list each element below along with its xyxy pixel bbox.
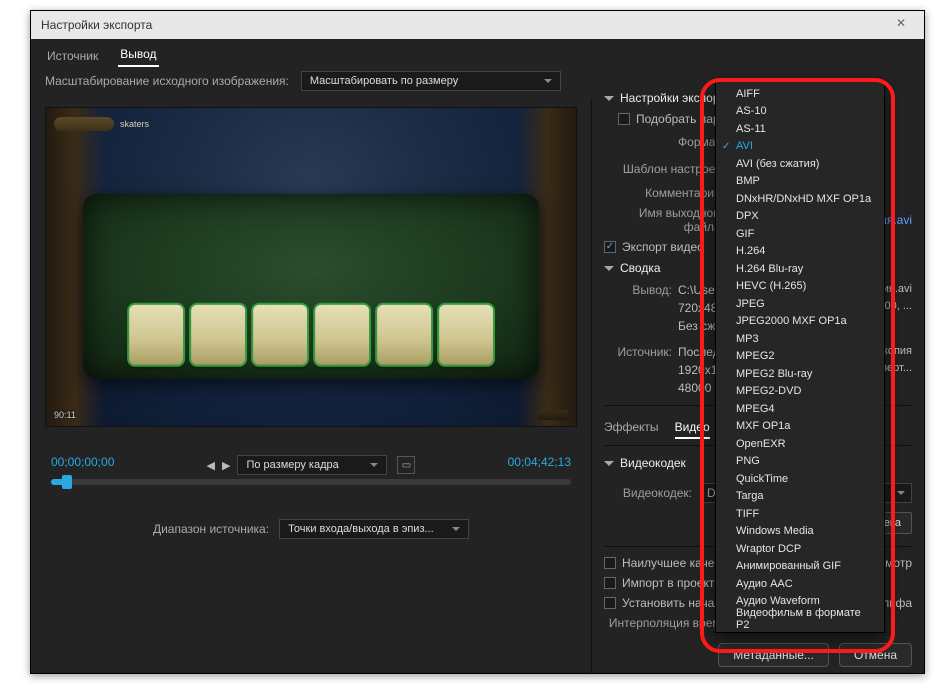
chevron-down-icon: [604, 96, 614, 101]
scrub-bar[interactable]: [51, 479, 571, 485]
import-project-checkbox[interactable]: [604, 577, 616, 589]
window-title: Настройки экспорта: [41, 18, 152, 32]
preview-image: skaters 90:11: [46, 108, 576, 426]
set-tc-checkbox[interactable]: [604, 597, 616, 609]
format-option[interactable]: Windows Media: [716, 523, 884, 541]
metadata-button[interactable]: Метаданные...: [718, 643, 829, 667]
cancel-button[interactable]: Отмена: [839, 643, 912, 667]
export-video-checkbox[interactable]: [604, 241, 616, 253]
format-option[interactable]: AS-11: [716, 120, 884, 138]
source-range-value: Точки входа/выхода в эпиз...: [288, 523, 434, 535]
chevron-down-icon: [452, 527, 460, 531]
format-option[interactable]: MP3: [716, 330, 884, 348]
format-option[interactable]: Аудио AAC: [716, 575, 884, 593]
chevron-down-icon: [370, 463, 378, 467]
source-range-label: Диапазон источника:: [153, 522, 269, 536]
format-option[interactable]: HEVC (H.265): [716, 278, 884, 296]
tab-output[interactable]: Вывод: [118, 43, 158, 67]
format-option[interactable]: Targa: [716, 488, 884, 506]
format-option[interactable]: Wraptor DCP: [716, 540, 884, 558]
scale-label: Масштабирование исходного изображения:: [45, 74, 289, 88]
format-option[interactable]: MPEG2: [716, 348, 884, 366]
chevron-down-icon: [604, 461, 614, 466]
format-option[interactable]: AS-10: [716, 103, 884, 121]
format-label: Формат:: [604, 135, 724, 149]
preview-clock: 90:11: [54, 410, 76, 420]
best-quality-checkbox[interactable]: [604, 557, 616, 569]
format-option[interactable]: Видеофильм в формате P2: [716, 610, 884, 628]
format-option[interactable]: MXF OP1a: [716, 418, 884, 436]
step-back-icon[interactable]: ◀: [207, 459, 212, 472]
format-option[interactable]: MPEG4: [716, 400, 884, 418]
codec-label: Видеокодек:: [612, 486, 692, 500]
format-option[interactable]: MPEG2-DVD: [716, 383, 884, 401]
video-preview: skaters 90:11: [45, 107, 577, 427]
format-option[interactable]: AVI: [716, 138, 884, 156]
format-option[interactable]: JPEG2000 MXF OP1a: [716, 313, 884, 331]
source-range-row: Диапазон источника: Точки входа/выхода в…: [45, 519, 577, 539]
playhead[interactable]: [62, 475, 72, 489]
format-option[interactable]: PNG: [716, 453, 884, 471]
scale-value: Масштабировать по размеру: [310, 75, 458, 87]
crop-icon[interactable]: ▭: [397, 456, 415, 474]
format-option[interactable]: AVI (без сжатия): [716, 155, 884, 173]
format-dropdown[interactable]: AIFFAS-10AS-11AVIAVI (без сжатия)BMPDNxH…: [715, 80, 885, 633]
chevron-down-icon: [897, 491, 905, 495]
scale-select[interactable]: Масштабировать по размеру: [301, 71, 561, 91]
output-name-label: Имя выходного файла:: [604, 206, 724, 234]
format-option[interactable]: QuickTime: [716, 470, 884, 488]
format-option[interactable]: H.264 Blu-ray: [716, 260, 884, 278]
format-option[interactable]: BMP: [716, 173, 884, 191]
comments-label: Комментарии:: [604, 186, 724, 200]
export-video-label: Экспорт видео: [622, 240, 704, 254]
preset-label: Шаблон настроек:: [604, 162, 724, 176]
close-icon[interactable]: ✕: [896, 16, 914, 34]
tab-source[interactable]: Источник: [45, 45, 100, 67]
chevron-down-icon: [604, 266, 614, 271]
format-option[interactable]: DPX: [716, 208, 884, 226]
chevron-down-icon: [544, 79, 552, 83]
format-option[interactable]: H.264: [716, 243, 884, 261]
step-fwd-icon[interactable]: ▶: [222, 459, 227, 472]
import-project-label: Импорт в проект: [622, 576, 714, 590]
format-option[interactable]: AIFF: [716, 85, 884, 103]
timeline: 00;00;00;00 ◀ ▶ По размеру кадра ▭ 00;04…: [45, 455, 577, 495]
format-option[interactable]: OpenEXR: [716, 435, 884, 453]
fit-value: По размеру кадра: [246, 459, 338, 471]
preview-player-label: skaters: [120, 119, 149, 129]
out-timecode[interactable]: 00;04;42;13: [508, 455, 571, 475]
tab-video[interactable]: Видео: [675, 417, 710, 439]
tab-effects[interactable]: Эффекты: [604, 417, 659, 439]
match-sequence-checkbox[interactable]: [618, 113, 630, 125]
preview-pane: skaters 90:11 00;00;00;00 ◀ ▶: [31, 99, 591, 673]
dialog-buttons: Метаданные... Отмена: [718, 643, 912, 667]
preview-tabs: Источник Вывод: [31, 39, 924, 67]
format-option[interactable]: JPEG: [716, 295, 884, 313]
format-option[interactable]: DNxHR/DNxHD MXF OP1a: [716, 190, 884, 208]
titlebar: Настройки экспорта ✕: [31, 11, 924, 39]
format-option[interactable]: GIF: [716, 225, 884, 243]
source-range-select[interactable]: Точки входа/выхода в эпиз...: [279, 519, 469, 539]
in-timecode[interactable]: 00;00;00;00: [51, 455, 114, 475]
format-option[interactable]: TIFF: [716, 505, 884, 523]
format-option[interactable]: MPEG2 Blu-ray: [716, 365, 884, 383]
fit-select[interactable]: По размеру кадра: [237, 455, 387, 475]
format-option[interactable]: Анимированный GIF: [716, 558, 884, 576]
